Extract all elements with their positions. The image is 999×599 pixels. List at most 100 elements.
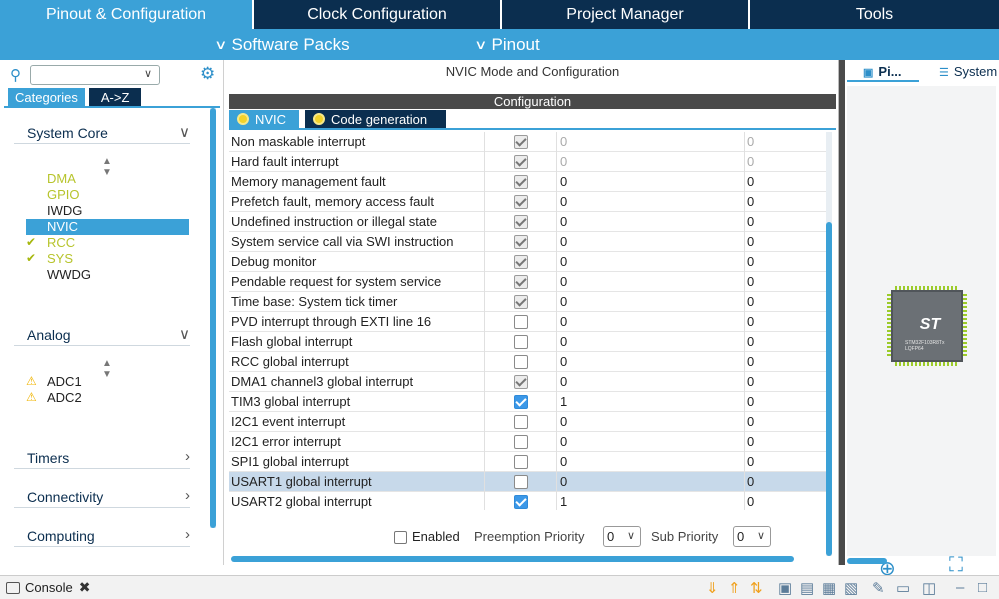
scroll-thumb[interactable] (826, 222, 832, 556)
table-row[interactable]: Flash global interrupt 0 0 (229, 332, 826, 352)
preemption-priority-cell[interactable]: 0 (560, 274, 567, 289)
arrow-up-icon[interactable]: ⇑ (728, 579, 741, 597)
horizontal-scrollbar[interactable] (231, 556, 794, 562)
close-icon[interactable]: ✖ (79, 579, 91, 596)
search-input[interactable] (30, 65, 160, 85)
table-row[interactable]: PVD interrupt through EXTI line 16 0 0 (229, 312, 826, 332)
layout-icon[interactable]: ▤ (800, 579, 814, 597)
table-row[interactable]: Prefetch fault, memory access fault 0 0 (229, 192, 826, 212)
enabled-checkbox[interactable] (394, 531, 407, 544)
preemption-priority-cell[interactable]: 1 (560, 394, 567, 409)
enabled-checkbox[interactable] (514, 395, 528, 409)
tab-clock-configuration[interactable]: Clock Configuration (254, 0, 502, 29)
preemption-priority-cell[interactable]: 0 (560, 474, 567, 489)
preemption-priority-cell[interactable]: 0 (560, 414, 567, 429)
table-row[interactable]: RCC global interrupt 0 0 (229, 352, 826, 372)
peripheral-adc1[interactable]: ⚠ ADC1 (26, 374, 189, 390)
tab-pinout-view[interactable]: ▣ Pi... (863, 64, 902, 79)
chip-canvas[interactable]: ST STM32F103R8Tx LQFP64 ⊕ ⛶ (847, 86, 996, 580)
table-scrollbar[interactable] (826, 132, 832, 556)
table-row[interactable]: SPI1 global interrupt 0 0 (229, 452, 826, 472)
sub-priority-cell[interactable]: 0 (747, 314, 754, 329)
peripheral-dma[interactable]: DMA (26, 171, 189, 187)
sub-priority-cell[interactable]: 0 (747, 234, 754, 249)
sub-priority-cell[interactable]: 0 (747, 494, 754, 509)
scroll-thumb[interactable] (210, 108, 216, 528)
preemption-priority-cell[interactable]: 0 (560, 334, 567, 349)
sub-priority-cell[interactable]: 0 (747, 134, 754, 149)
sub-priority-cell[interactable]: 0 (747, 294, 754, 309)
section-analog[interactable]: Analog ∨ (14, 324, 190, 346)
preemption-priority-cell[interactable]: 0 (560, 194, 567, 209)
table-row[interactable]: Time base: System tick timer 0 0 (229, 292, 826, 312)
peripheral-adc2[interactable]: ⚠ ADC2 (26, 390, 189, 406)
enabled-checkbox[interactable] (514, 255, 528, 269)
preemption-priority-cell[interactable]: 0 (560, 374, 567, 389)
enabled-checkbox[interactable] (514, 455, 528, 469)
enabled-checkbox[interactable] (514, 415, 528, 429)
tab-tools[interactable]: Tools (750, 0, 999, 29)
peripheral-sys[interactable]: ✔ SYS (26, 251, 189, 267)
table-row[interactable]: USART1 global interrupt 0 0 (229, 472, 826, 492)
table-row[interactable]: Pendable request for system service 0 0 (229, 272, 826, 292)
left-scrollbar[interactable] (210, 108, 216, 528)
fit-to-screen-icon[interactable]: ⛶ (949, 554, 963, 577)
preemption-priority-cell[interactable]: 0 (560, 154, 567, 169)
enabled-checkbox[interactable] (514, 355, 528, 369)
enabled-checkbox[interactable] (514, 315, 528, 329)
table-row[interactable]: Debug monitor 0 0 (229, 252, 826, 272)
tab-a-z[interactable]: A->Z (88, 88, 142, 106)
enabled-checkbox[interactable] (514, 495, 528, 509)
panel-scrollbar[interactable] (839, 60, 845, 565)
tab-pinout-configuration[interactable]: Pinout & Configuration (0, 0, 254, 29)
enabled-checkbox[interactable] (514, 475, 528, 489)
peripheral-rcc[interactable]: ✔ RCC (26, 235, 189, 251)
enabled-checkbox[interactable] (514, 215, 528, 229)
preemption-priority-cell[interactable]: 0 (560, 214, 567, 229)
section-system-core[interactable]: System Core ∨ (14, 122, 190, 144)
section-computing[interactable]: Computing › (14, 525, 190, 547)
sub-priority-cell[interactable]: 0 (747, 374, 754, 389)
preemption-priority-cell[interactable]: 1 (560, 494, 567, 509)
gear-icon[interactable]: ⚙ (200, 64, 215, 84)
sub-priority-cell[interactable]: 0 (747, 334, 754, 349)
tab-nvic[interactable]: NVIC (229, 110, 299, 128)
preemption-priority-cell[interactable]: 0 (560, 254, 567, 269)
enabled-checkbox[interactable] (514, 135, 528, 149)
sub-priority-cell[interactable]: 0 (747, 274, 754, 289)
table-row[interactable]: Undefined instruction or illegal state 0 0 (229, 212, 826, 232)
software-packs-menu[interactable]: ∨ Software Packs (214, 29, 350, 60)
sub-priority-cell[interactable]: 0 (747, 254, 754, 269)
preemption-priority-select[interactable]: 0 ∨ (603, 526, 641, 547)
table-row[interactable]: USART2 global interrupt 1 0 (229, 492, 826, 510)
table-row[interactable]: DMA1 channel3 global interrupt 0 0 (229, 372, 826, 392)
table-row[interactable]: TIM3 global interrupt 1 0 (229, 392, 826, 412)
section-connectivity[interactable]: Connectivity › (14, 486, 190, 508)
enabled-checkbox[interactable] (514, 195, 528, 209)
open-console-icon[interactable]: ✎ (872, 579, 885, 597)
mcu-package[interactable]: ST STM32F103R8Tx LQFP64 (887, 286, 967, 366)
peripheral-gpio[interactable]: GPIO (26, 187, 189, 203)
sub-priority-cell[interactable]: 0 (747, 454, 754, 469)
maximize-icon[interactable]: □ (978, 579, 987, 596)
preemption-priority-cell[interactable]: 0 (560, 314, 567, 329)
preemption-priority-cell[interactable]: 0 (560, 354, 567, 369)
table-row[interactable]: Non maskable interrupt 0 0 (229, 132, 826, 152)
sub-priority-cell[interactable]: 0 (747, 174, 754, 189)
peripheral-wwdg[interactable]: WWDG (26, 267, 189, 283)
search-icon[interactable]: ⚲ (10, 66, 26, 84)
tab-system-view[interactable]: ☰ System (939, 64, 997, 79)
link-toggle-icon[interactable]: ⇅ (750, 579, 763, 597)
sub-priority-select[interactable]: 0 ∨ (733, 526, 771, 547)
enabled-checkbox[interactable] (514, 155, 528, 169)
sub-priority-cell[interactable]: 0 (747, 354, 754, 369)
enabled-checkbox[interactable] (514, 335, 528, 349)
tab-code-generation[interactable]: Code generation (305, 110, 446, 128)
enabled-checkbox[interactable] (514, 175, 528, 189)
enabled-checkbox[interactable] (514, 435, 528, 449)
section-timers[interactable]: Timers › (14, 447, 190, 469)
table-row[interactable]: Hard fault interrupt 0 0 (229, 152, 826, 172)
sub-priority-cell[interactable]: 0 (747, 434, 754, 449)
console-tab[interactable]: Console ✖ (6, 579, 90, 596)
table-row[interactable]: I2C1 error interrupt 0 0 (229, 432, 826, 452)
